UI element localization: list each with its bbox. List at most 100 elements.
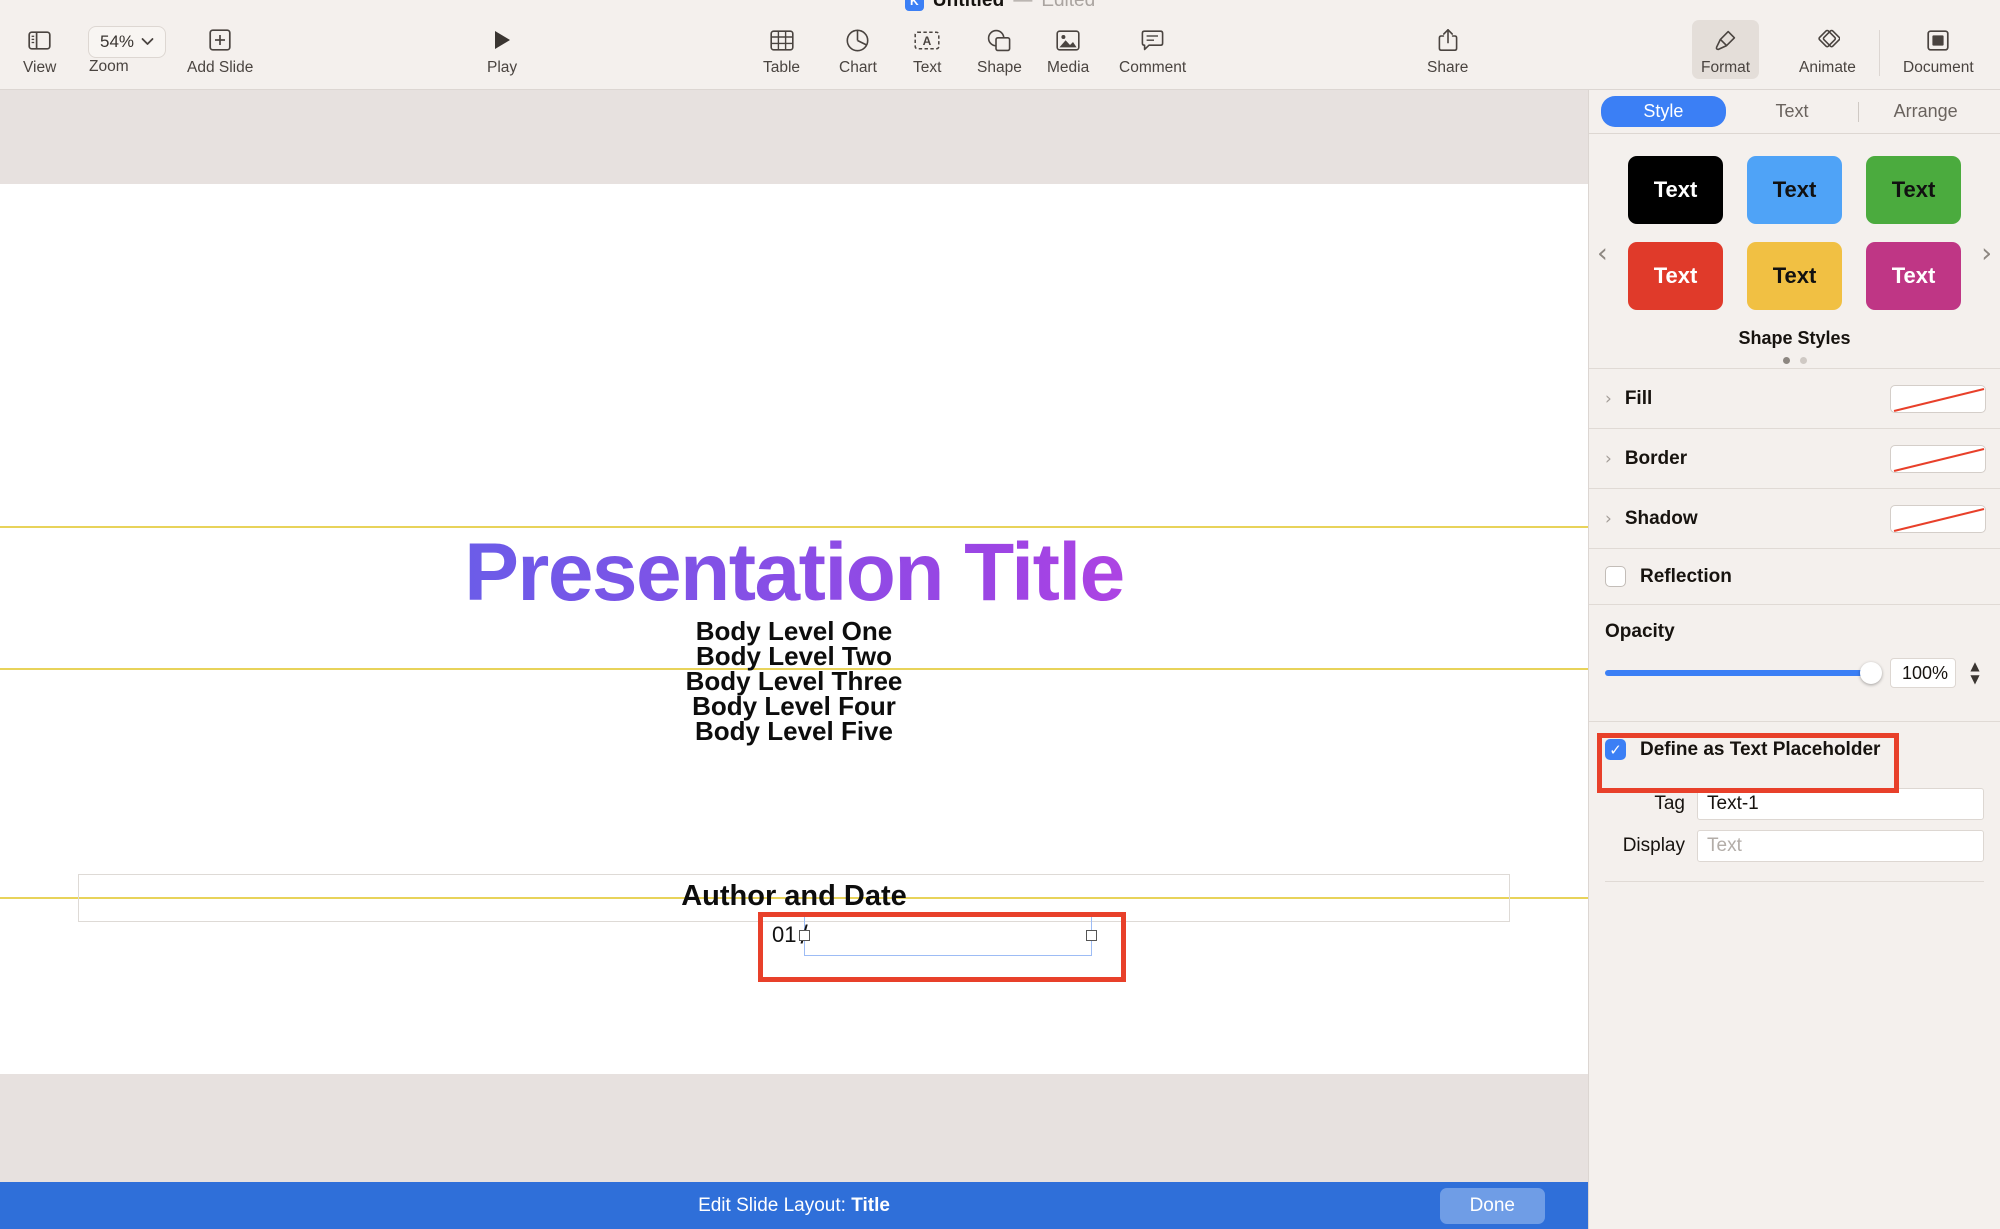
display-label: Display	[1589, 835, 1685, 857]
tab-text[interactable]: Text	[1730, 96, 1855, 127]
plus-square-icon	[209, 25, 231, 55]
zoom-label: Zoom	[89, 58, 129, 76]
edit-layout-statusbar: Edit Slide Layout: Title Done	[0, 1182, 1588, 1229]
reflection-checkbox[interactable]	[1605, 566, 1626, 587]
slide-title-placeholder[interactable]: Presentation Title	[0, 532, 1588, 614]
display-input[interactable]: Text	[1697, 830, 1984, 862]
shadow-none-swatch[interactable]	[1890, 505, 1986, 533]
table-button[interactable]: Table	[754, 20, 809, 79]
body-line-5[interactable]: Body Level Five	[0, 716, 1588, 747]
tag-input[interactable]: Text-1	[1697, 788, 1984, 820]
sidebar-panel-icon	[28, 25, 51, 55]
share-icon	[1438, 25, 1458, 55]
shape-style-green[interactable]: Text	[1866, 156, 1961, 224]
shape-style-swatches: Text Text Text Text Text Text	[1589, 156, 2000, 310]
comment-icon	[1141, 25, 1164, 55]
fill-none-swatch[interactable]	[1890, 385, 1986, 413]
main-toolbar: View 54% Zoom Add Slide Play	[0, 14, 2000, 90]
shape-label: Shape	[977, 59, 1022, 77]
text-box-icon: A	[914, 25, 940, 55]
chart-label: Chart	[839, 59, 877, 77]
opacity-section: Opacity 100% ▲ ▼	[1589, 604, 2000, 707]
document-label: Document	[1903, 59, 1974, 77]
share-label: Share	[1427, 59, 1468, 77]
media-button[interactable]: Media	[1038, 20, 1098, 79]
play-icon	[492, 25, 512, 55]
text-button[interactable]: A Text	[904, 20, 950, 79]
shapes-icon	[987, 25, 1011, 55]
chevron-right-icon[interactable]: ›	[1605, 389, 1612, 409]
border-row[interactable]: › Border	[1589, 428, 2000, 488]
pager-dot-1[interactable]	[1783, 357, 1790, 364]
play-button[interactable]: Play	[478, 20, 526, 79]
border-none-swatch[interactable]	[1890, 445, 1986, 473]
window-titlebar: K Untitled — Edited	[0, 0, 2000, 14]
shape-styles-caption: Shape Styles	[1589, 328, 2000, 349]
comment-button[interactable]: Comment	[1110, 20, 1195, 79]
document-panel-icon	[1927, 25, 1949, 55]
shape-styles-pager	[1589, 357, 2000, 364]
opacity-stepper[interactable]: ▲ ▼	[1966, 657, 1984, 689]
date-prefix-text: 01	[772, 922, 796, 948]
reflection-row[interactable]: Reflection	[1589, 548, 2000, 604]
opacity-slider-track	[1605, 670, 1880, 676]
animate-label: Animate	[1799, 59, 1856, 77]
chevron-left-icon[interactable]: ‹	[1597, 238, 1608, 269]
view-button[interactable]: View	[14, 20, 65, 79]
format-label: Format	[1701, 59, 1750, 77]
shape-style-red[interactable]: Text	[1628, 242, 1723, 310]
tab-arrange[interactable]: Arrange	[1863, 96, 1988, 127]
status-text: Edit Slide Layout: Title	[698, 1195, 890, 1217]
chart-button[interactable]: Chart	[830, 20, 886, 79]
shape-button[interactable]: Shape	[968, 20, 1031, 79]
tab-style[interactable]: Style	[1601, 96, 1726, 127]
display-field-row: Display Text	[1589, 825, 2000, 867]
reflection-label: Reflection	[1640, 566, 1732, 588]
define-placeholder-row[interactable]: ✓ Define as Text Placeholder	[1589, 721, 2000, 777]
opacity-slider[interactable]	[1605, 663, 1880, 683]
fill-label: Fill	[1625, 388, 1890, 410]
selection-handle-left[interactable]	[799, 930, 810, 941]
date-placeholder-row[interactable]: 01 /	[772, 914, 1092, 956]
tag-label: Tag	[1589, 793, 1685, 815]
slide-canvas[interactable]: Presentation Title Body Level One Body L…	[0, 184, 1588, 1074]
selected-text-placeholder[interactable]: /	[804, 914, 1092, 956]
fill-row[interactable]: › Fill	[1589, 368, 2000, 428]
tag-field-row: Tag Text-1	[1589, 783, 2000, 825]
done-button[interactable]: Done	[1440, 1188, 1545, 1224]
chevron-right-icon[interactable]: ›	[1605, 509, 1612, 529]
add-slide-button[interactable]: Add Slide	[178, 20, 262, 79]
selection-handle-right[interactable]	[1086, 930, 1097, 941]
pager-dot-2[interactable]	[1800, 357, 1807, 364]
chevron-right-icon[interactable]: ›	[1981, 238, 1992, 269]
shape-style-blue[interactable]: Text	[1747, 156, 1842, 224]
comment-label: Comment	[1119, 59, 1186, 77]
play-label: Play	[487, 59, 517, 77]
chevron-right-icon[interactable]: ›	[1605, 449, 1612, 469]
author-and-date-text[interactable]: Author and Date	[0, 880, 1588, 913]
pie-chart-icon	[846, 25, 869, 55]
opacity-value-field[interactable]: 100%	[1890, 658, 1956, 688]
tab-divider	[1858, 102, 1859, 122]
zoom-dropdown[interactable]: 54%	[88, 26, 166, 58]
keynote-doc-icon: K	[905, 0, 924, 11]
define-placeholder-checkbox[interactable]: ✓	[1605, 739, 1626, 760]
opacity-label: Opacity	[1605, 621, 1984, 643]
opacity-slider-knob[interactable]	[1860, 662, 1882, 684]
share-button[interactable]: Share	[1418, 20, 1477, 79]
image-icon	[1056, 25, 1080, 55]
shadow-row[interactable]: › Shadow	[1589, 488, 2000, 548]
shape-style-yellow[interactable]: Text	[1747, 242, 1842, 310]
inspector-bottom-divider	[1605, 881, 1984, 882]
shape-styles-section: ‹ › Text Text Text Text Text Text Shape …	[1589, 134, 2000, 368]
shadow-label: Shadow	[1625, 508, 1890, 530]
define-placeholder-label: Define as Text Placeholder	[1640, 739, 1880, 761]
chevron-down-icon	[141, 33, 154, 51]
stepper-down-icon[interactable]: ▼	[1970, 673, 1979, 686]
shape-style-magenta[interactable]: Text	[1866, 242, 1961, 310]
format-button[interactable]: Format	[1692, 20, 1759, 79]
slide-workspace[interactable]: Presentation Title Body Level One Body L…	[0, 90, 1588, 1229]
shape-style-black[interactable]: Text	[1628, 156, 1723, 224]
document-button[interactable]: Document	[1894, 20, 1983, 79]
animate-button[interactable]: Animate	[1790, 20, 1865, 79]
